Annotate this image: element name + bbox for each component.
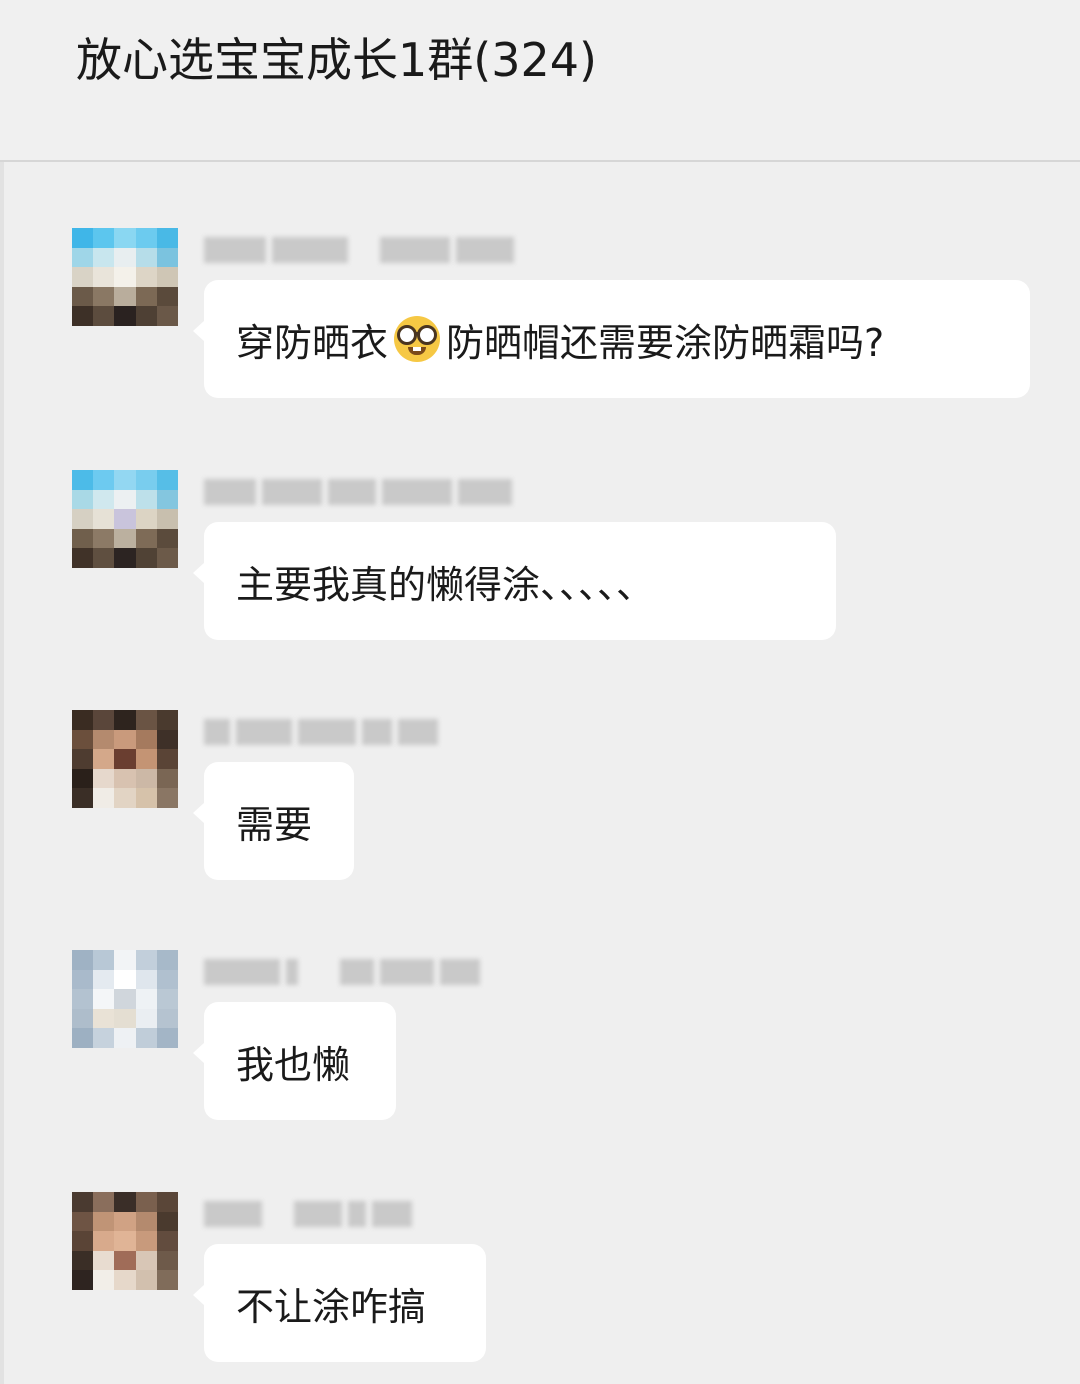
message-text: 需要 (236, 802, 313, 847)
message-text: 我也懒 (236, 1042, 351, 1087)
sender-name-blurred (204, 1198, 412, 1230)
message-text: 防晒帽还需要涂防晒霜吗? (446, 320, 885, 365)
message-text: 穿防晒衣 (236, 320, 389, 365)
window-edge (0, 0, 4, 1384)
chat-header: 放心选宝宝成长1群(324) (0, 0, 1080, 162)
sender-name-blurred (204, 716, 438, 748)
message-bubble: 穿防晒衣 防晒帽还需要涂防晒霜吗? (193, 280, 1030, 398)
avatar[interactable] (72, 950, 178, 1048)
chat-title: 放心选宝宝成长1群(324) (76, 33, 597, 87)
avatar[interactable] (72, 228, 178, 326)
message-text: 不让涂咋搞 (236, 1284, 427, 1329)
sender-name-blurred (204, 234, 514, 266)
message-bubble: 需要 (193, 762, 354, 880)
sender-name-blurred (204, 956, 480, 988)
avatar[interactable] (72, 710, 178, 808)
message-bubble: 我也懒 (193, 1002, 396, 1120)
sender-name-blurred (204, 476, 512, 508)
nerd-face-emoji (394, 316, 441, 362)
message-bubble: 不让涂咋搞 (193, 1244, 486, 1362)
avatar[interactable] (72, 1192, 178, 1290)
message-text: 主要我真的懒得涂、、、、、 (236, 562, 655, 607)
avatar[interactable] (72, 470, 178, 568)
message-bubble: 主要我真的懒得涂、、、、、 (193, 522, 836, 640)
